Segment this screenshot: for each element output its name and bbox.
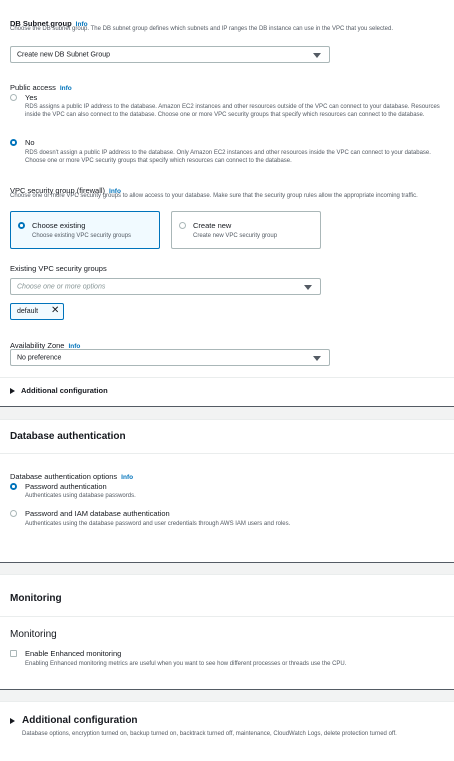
additional-config-desc: Database options, encryption turned on, …: [22, 731, 397, 737]
public-access-yes-title: Yes: [25, 93, 38, 102]
additional-config-small-label: Additional configuration: [21, 386, 108, 395]
enhanced-monitoring-desc: Enabling Enhanced monitoring metrics are…: [25, 661, 347, 667]
section-gap: [0, 563, 454, 574]
subnet-select[interactable]: Create new DB Subnet Group: [10, 46, 330, 63]
enhanced-monitoring-checkbox[interactable]: [10, 650, 17, 657]
divider: [0, 377, 454, 378]
iam-auth-title: Password and IAM database authentication: [25, 509, 170, 518]
divider: [0, 419, 454, 420]
divider: [0, 453, 454, 454]
caret-right-icon: [10, 717, 15, 724]
choose-existing-title: Choose existing: [32, 221, 86, 230]
public-access-label: Public access: [10, 83, 56, 92]
section-gap: [0, 690, 454, 701]
divider: [0, 701, 454, 702]
caret-right-icon: [10, 387, 15, 394]
chevron-down-icon: [313, 355, 321, 361]
close-icon[interactable]: ✕: [51, 305, 59, 316]
az-select-value: No preference: [17, 354, 62, 361]
password-auth-radio[interactable]: [10, 483, 17, 490]
public-access-yes-desc: RDS assigns a public IP address to the d…: [25, 104, 440, 118]
db-auth-title: Database authentication: [10, 431, 126, 442]
public-access-no-radio[interactable]: [10, 139, 17, 146]
choose-existing-desc: Choose existing VPC security groups: [32, 233, 132, 239]
monitoring-title: Monitoring: [10, 593, 62, 604]
choose-existing-radio[interactable]: [18, 222, 25, 229]
chevron-down-icon: [304, 284, 312, 290]
additional-config-title: Additional configuration: [22, 715, 138, 726]
password-auth-title: Password authentication: [25, 482, 107, 491]
create-new-radio[interactable]: [179, 222, 186, 229]
divider: [0, 616, 454, 617]
subnet-select-value: Create new DB Subnet Group: [17, 51, 110, 58]
existing-sg-placeholder: Choose one or more options: [17, 283, 106, 290]
db-auth-info-link[interactable]: Info: [121, 474, 133, 481]
enhanced-monitoring-title: Enable Enhanced monitoring: [25, 649, 122, 658]
section-gap: [0, 407, 454, 419]
public-access-yes-radio[interactable]: [10, 94, 17, 101]
subnet-description: Choose the DB subnet group. The DB subne…: [10, 26, 394, 32]
choose-existing-card[interactable]: Choose existing Choose existing VPC secu…: [10, 211, 160, 249]
create-new-card[interactable]: Create new Create new VPC security group: [171, 211, 321, 249]
iam-auth-desc: Authenticates using the database passwor…: [25, 521, 291, 527]
additional-config-toggle[interactable]: Additional configuration: [10, 715, 138, 726]
create-new-desc: Create new VPC security group: [193, 233, 278, 239]
az-select[interactable]: No preference: [10, 349, 330, 366]
sg-token-label: default: [17, 308, 39, 315]
password-auth-desc: Authenticates using database passwords.: [25, 493, 136, 499]
sg-token-default: default ✕: [10, 303, 64, 320]
existing-sg-label: Existing VPC security groups: [10, 264, 107, 273]
divider: [0, 574, 454, 575]
existing-sg-multiselect[interactable]: Choose one or more options: [10, 278, 321, 295]
iam-auth-radio[interactable]: [10, 510, 17, 517]
vpc-sg-description: Choose one or more VPC security groups t…: [10, 193, 418, 199]
db-auth-options-label: Database authentication options: [10, 472, 118, 481]
monitoring-subtitle: Monitoring: [10, 629, 57, 640]
public-access-no-desc: RDS doesn't assign a public IP address t…: [25, 150, 431, 164]
public-access-info-link[interactable]: Info: [60, 85, 72, 92]
create-new-title: Create new: [193, 221, 232, 230]
public-access-no-title: No: [25, 138, 35, 147]
additional-config-toggle-small[interactable]: Additional configuration: [10, 386, 108, 395]
public-access-label-row: Public access Info: [10, 77, 72, 95]
chevron-down-icon: [313, 52, 321, 58]
